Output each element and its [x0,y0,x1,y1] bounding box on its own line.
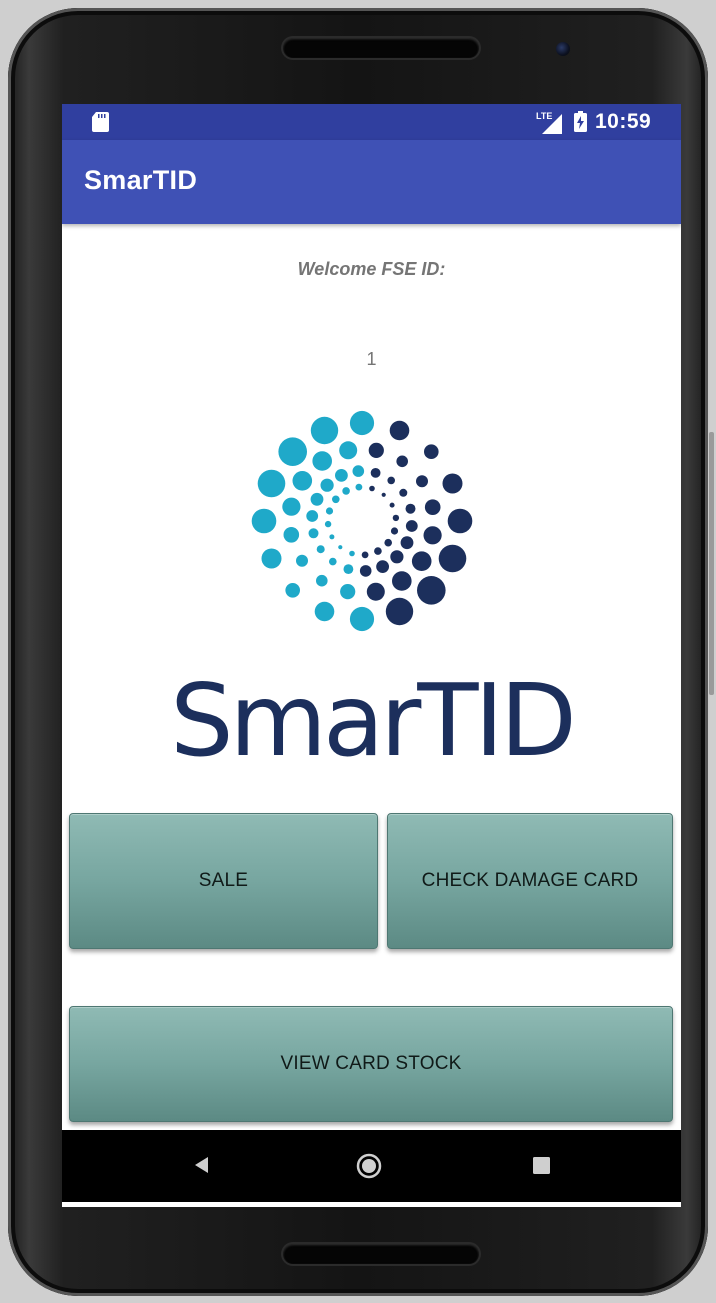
top-speaker [283,38,479,58]
logo-dot [343,564,354,574]
logo-dot [438,544,467,573]
logo-dot [355,483,363,491]
status-clock: 10:59 [595,110,652,133]
power-button[interactable] [709,432,714,552]
logo-dot [329,557,337,566]
logo-dot [308,528,319,539]
volume-button[interactable] [709,545,714,695]
logo-dot [335,469,348,482]
logo-dot [285,583,300,598]
logo-dot [400,536,414,550]
back-icon[interactable] [192,1155,212,1175]
logo-dot [359,565,372,577]
status-bar: LTE 10:59 [62,104,681,140]
check-damage-card-label: CHECK DAMAGE CARD [421,870,639,891]
battery-charging-icon [574,111,587,132]
logo-dot [381,492,386,497]
sale-button-label: SALE [198,870,249,891]
logo-dot [392,571,412,591]
logo-dot [399,488,408,497]
logo-dot [251,508,277,534]
logo-dot [316,574,328,587]
logo-dot [411,551,432,571]
logo-dot [385,597,414,626]
logo-dot [314,601,335,622]
logo-dot [325,507,334,515]
lte-signal-icon: LTE [536,111,562,134]
bottom-speaker [283,1244,479,1264]
logo-dot [278,437,307,466]
logo-dot [416,475,428,488]
logo-dot [361,551,369,559]
logo-dot [352,465,365,477]
recents-icon[interactable] [533,1157,550,1174]
view-card-stock-button[interactable]: VIEW CARD STOCK [69,1006,673,1122]
logo-dot [310,492,324,506]
logo-dot [261,548,282,569]
logo-dot [442,473,463,494]
logo-dot [296,554,308,567]
logo-dot [389,502,395,508]
logo-dot [257,469,286,498]
front-camera [556,42,570,56]
logo-dot [338,545,343,550]
logo-dot [389,420,410,441]
logo-dot [405,520,418,532]
logo-dot [396,455,408,468]
welcome-label: Welcome FSE ID: [297,259,446,279]
logo-dot [390,550,404,564]
logo-dot [342,487,350,495]
logo-dot [405,503,416,514]
sd-card-icon [92,112,109,132]
logo-dot [349,410,375,436]
screen: LTE 10:59 SmarTID Welcome FSE ID: 1 Smar… [62,104,681,1207]
logo-dot [324,520,332,528]
logo-dot [366,582,385,601]
logo-dot [376,560,389,573]
logo-dot [292,471,313,491]
logo-dot [423,526,442,545]
logo-wordmark: SmarTID [170,662,577,779]
smartid-logo-icon [251,410,473,632]
logo-dot [312,451,332,471]
check-damage-card-button[interactable]: CHECK DAMAGE CARD [387,813,673,949]
logo-dot [384,538,392,547]
logo-dot [392,514,400,522]
logo-dot [417,576,446,605]
view-card-stock-label: VIEW CARD STOCK [280,1053,462,1074]
logo-dot [387,476,395,485]
logo-dot [283,527,300,543]
logo-dot [370,468,381,478]
logo-dot [374,547,382,555]
logo-dot [349,606,375,632]
app-bar: SmarTID [62,140,681,224]
logo-dot [316,545,325,554]
navigation-bar [62,1130,681,1202]
logo-dot [349,550,355,557]
logo-dot [306,510,319,522]
fse-id-value: 1 [366,349,377,369]
logo-dot [368,442,384,458]
app-title: SmarTID [84,165,198,195]
logo-dot [310,416,339,445]
logo-dot [447,508,473,534]
logo-dot [339,441,358,460]
home-icon[interactable] [356,1153,382,1179]
logo-dot [332,495,340,504]
logo-dot [424,499,441,515]
logo-dot [340,584,356,600]
sale-button[interactable]: SALE [69,813,378,949]
logo-dot [282,497,301,516]
logo-dot [320,478,334,492]
logo-dot [329,534,335,540]
logo-dot [369,485,375,492]
svg-text:LTE: LTE [536,111,552,121]
logo-dot [424,444,439,459]
logo-dot [390,527,399,535]
